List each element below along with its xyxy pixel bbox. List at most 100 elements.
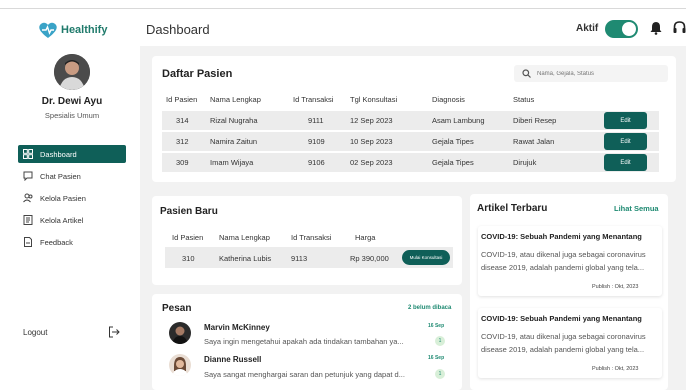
- cell-transaksi: 9109: [308, 137, 325, 146]
- patient-list-card: Daftar Pasien Id Pasien Nama Lengkap Id …: [152, 56, 676, 182]
- cell-id: 309: [176, 158, 189, 167]
- cell-diagnosis: Asam Lambung: [432, 116, 485, 125]
- cell-nama: Imam Wijaya: [210, 158, 254, 167]
- avatar: [169, 322, 191, 344]
- edit-button[interactable]: Edit: [604, 154, 647, 171]
- column-header: Nama Lengkap: [219, 233, 270, 242]
- cell-tgl: 02 Sep 2023: [350, 158, 393, 167]
- article-item[interactable]: COVID-19: Sebuah Pandemi yang Menantang …: [478, 226, 662, 296]
- doctor-name: Dr. Dewi Ayu: [41, 96, 103, 107]
- column-header: Tgl Konsultasi: [350, 95, 398, 104]
- cell-tgl: 12 Sep 2023: [350, 116, 393, 125]
- unread-badge: 1: [435, 336, 445, 346]
- cell-status: Diberi Resep: [513, 116, 557, 125]
- sidebar-item-feedback[interactable]: Feedback: [18, 233, 126, 251]
- cell-transaksi: 9113: [291, 254, 308, 263]
- message-sender[interactable]: Dianne Russell: [204, 355, 261, 364]
- cell-nama: Katherina Lubis: [219, 254, 272, 263]
- sidebar-item-label: Chat Pasien: [40, 171, 81, 181]
- sidebar-item-label: Kelola Artikel: [40, 215, 84, 225]
- cell-harga: Rp 390,000: [350, 254, 389, 263]
- search-icon: [522, 69, 531, 78]
- dashboard-icon: [23, 149, 33, 159]
- cell-id: 312: [176, 137, 189, 146]
- column-header: Status: [513, 95, 535, 104]
- new-patient-card: Pasien Baru Id Pasien Nama Lengkap Id Tr…: [152, 196, 462, 285]
- sidebar-item-kelola-pasien[interactable]: Kelola Pasien: [18, 189, 126, 207]
- brand-logo[interactable]: Healthify: [38, 21, 107, 39]
- toggle-knob: [622, 22, 636, 36]
- feedback-icon: [24, 237, 32, 247]
- status-toggle[interactable]: [605, 20, 638, 38]
- article-item[interactable]: COVID-19: Sebuah Pandemi yang Menantang …: [478, 308, 662, 378]
- patient-list-title: Daftar Pasien: [162, 68, 233, 80]
- message-preview[interactable]: Saya sangat menghargai saran dan petunju…: [204, 370, 422, 379]
- search-box[interactable]: [514, 65, 668, 82]
- cell-id: 310: [182, 254, 195, 263]
- logout-icon[interactable]: [108, 326, 120, 338]
- cell-status: Rawat Jalan: [513, 137, 555, 146]
- users-icon: [23, 193, 33, 203]
- article-excerpt: COVID-19, atau dikenal juga sebagai coro…: [481, 250, 646, 272]
- start-consultation-button[interactable]: Mulai Konsultasi: [402, 250, 450, 265]
- articles-title: Artikel Terbaru: [477, 203, 548, 214]
- cell-nama: Namira Zaitun: [210, 137, 258, 146]
- new-patient-title: Pasien Baru: [160, 206, 218, 217]
- cell-diagnosis: Gejala Tipes: [432, 137, 474, 146]
- table-row[interactable]: 312 Namira Zaitun 9109 10 Sep 2023 Gejal…: [162, 132, 659, 151]
- cell-status: Dirujuk: [513, 158, 537, 167]
- sidebar-nav: Dashboard Chat Pasien Kelola Pasien Kelo…: [18, 145, 126, 255]
- message-date: 16 Sep: [428, 355, 445, 361]
- column-header: Id Pasien: [172, 233, 204, 242]
- brand-name: Healthify: [61, 24, 108, 36]
- heart-logo-icon: [39, 22, 57, 38]
- headset-icon[interactable]: [673, 21, 686, 35]
- message-preview[interactable]: Saya ingin mengetahui apakah ada tindaka…: [204, 337, 422, 346]
- column-header: Id Pasien: [166, 95, 198, 104]
- doctor-role: Spesialis Umum: [44, 111, 100, 120]
- sidebar-item-dashboard[interactable]: Dashboard: [18, 145, 126, 163]
- sidebar-item-kelola-artikel[interactable]: Kelola Artikel: [18, 211, 126, 229]
- sidebar-item-label: Dashboard: [40, 149, 77, 159]
- article-title: COVID-19: Sebuah Pandemi yang Menantang: [481, 314, 642, 323]
- messages-card: Pesan 2 belum dibaca Marvin McKinney Say…: [152, 294, 462, 390]
- article-excerpt: COVID-19, atau dikenal juga sebagai coro…: [481, 332, 646, 354]
- search-input[interactable]: [537, 70, 657, 77]
- edit-button[interactable]: Edit: [604, 112, 647, 129]
- article-date: Publish : Okt, 2023: [592, 366, 639, 372]
- table-row[interactable]: 309 Imam Wijaya 9106 02 Sep 2023 Gejala …: [162, 153, 659, 172]
- cell-nama: Rizal Nugraha: [210, 116, 258, 125]
- message-sender[interactable]: Marvin McKinney: [204, 323, 270, 332]
- article-icon: [23, 215, 33, 225]
- article-date: Publish : Okt, 2023: [592, 284, 639, 290]
- article-title: COVID-19: Sebuah Pandemi yang Menantang: [481, 232, 642, 241]
- sidebar-item-label: Kelola Pasien: [40, 193, 86, 203]
- cell-diagnosis: Gejala Tipes: [432, 158, 474, 167]
- column-header: Nama Lengkap: [210, 95, 261, 104]
- logout-link[interactable]: Logout: [23, 328, 47, 337]
- sidebar-item-label: Feedback: [40, 237, 73, 247]
- table-row[interactable]: 310 Katherina Lubis 9113 Rp 390,000 Mula…: [165, 247, 453, 268]
- column-header: Id Transaksi: [293, 95, 334, 104]
- message-date: 16 Sep: [428, 323, 445, 329]
- cell-tgl: 10 Sep 2023: [350, 137, 393, 146]
- page-title: Dashboard: [146, 22, 210, 37]
- bell-icon[interactable]: [650, 21, 662, 35]
- articles-card: Artikel Terbaru Lihat Semua COVID-19: Se…: [470, 194, 668, 390]
- table-row[interactable]: 314 Rizal Nugraha 9111 12 Sep 2023 Asam …: [162, 111, 659, 130]
- chat-icon: [23, 171, 33, 181]
- cell-id: 314: [176, 116, 189, 125]
- doctor-avatar: [54, 54, 90, 90]
- unread-count: 2 belum dibaca: [408, 305, 452, 311]
- sidebar-item-chat-pasien[interactable]: Chat Pasien: [18, 167, 126, 185]
- edit-button[interactable]: Edit: [604, 133, 647, 150]
- cell-transaksi: 9106: [308, 158, 325, 167]
- avatar: [169, 354, 191, 376]
- column-header: Id Transaksi: [291, 233, 332, 242]
- column-header: Diagnosis: [432, 95, 465, 104]
- cell-transaksi: 9111: [308, 116, 324, 125]
- see-all-link[interactable]: Lihat Semua: [614, 204, 659, 213]
- sidebar: Healthify Dr. Dewi Ayu Spesialis Umum Da…: [0, 9, 140, 390]
- messages-title: Pesan: [162, 303, 192, 314]
- unread-badge: 1: [435, 369, 445, 379]
